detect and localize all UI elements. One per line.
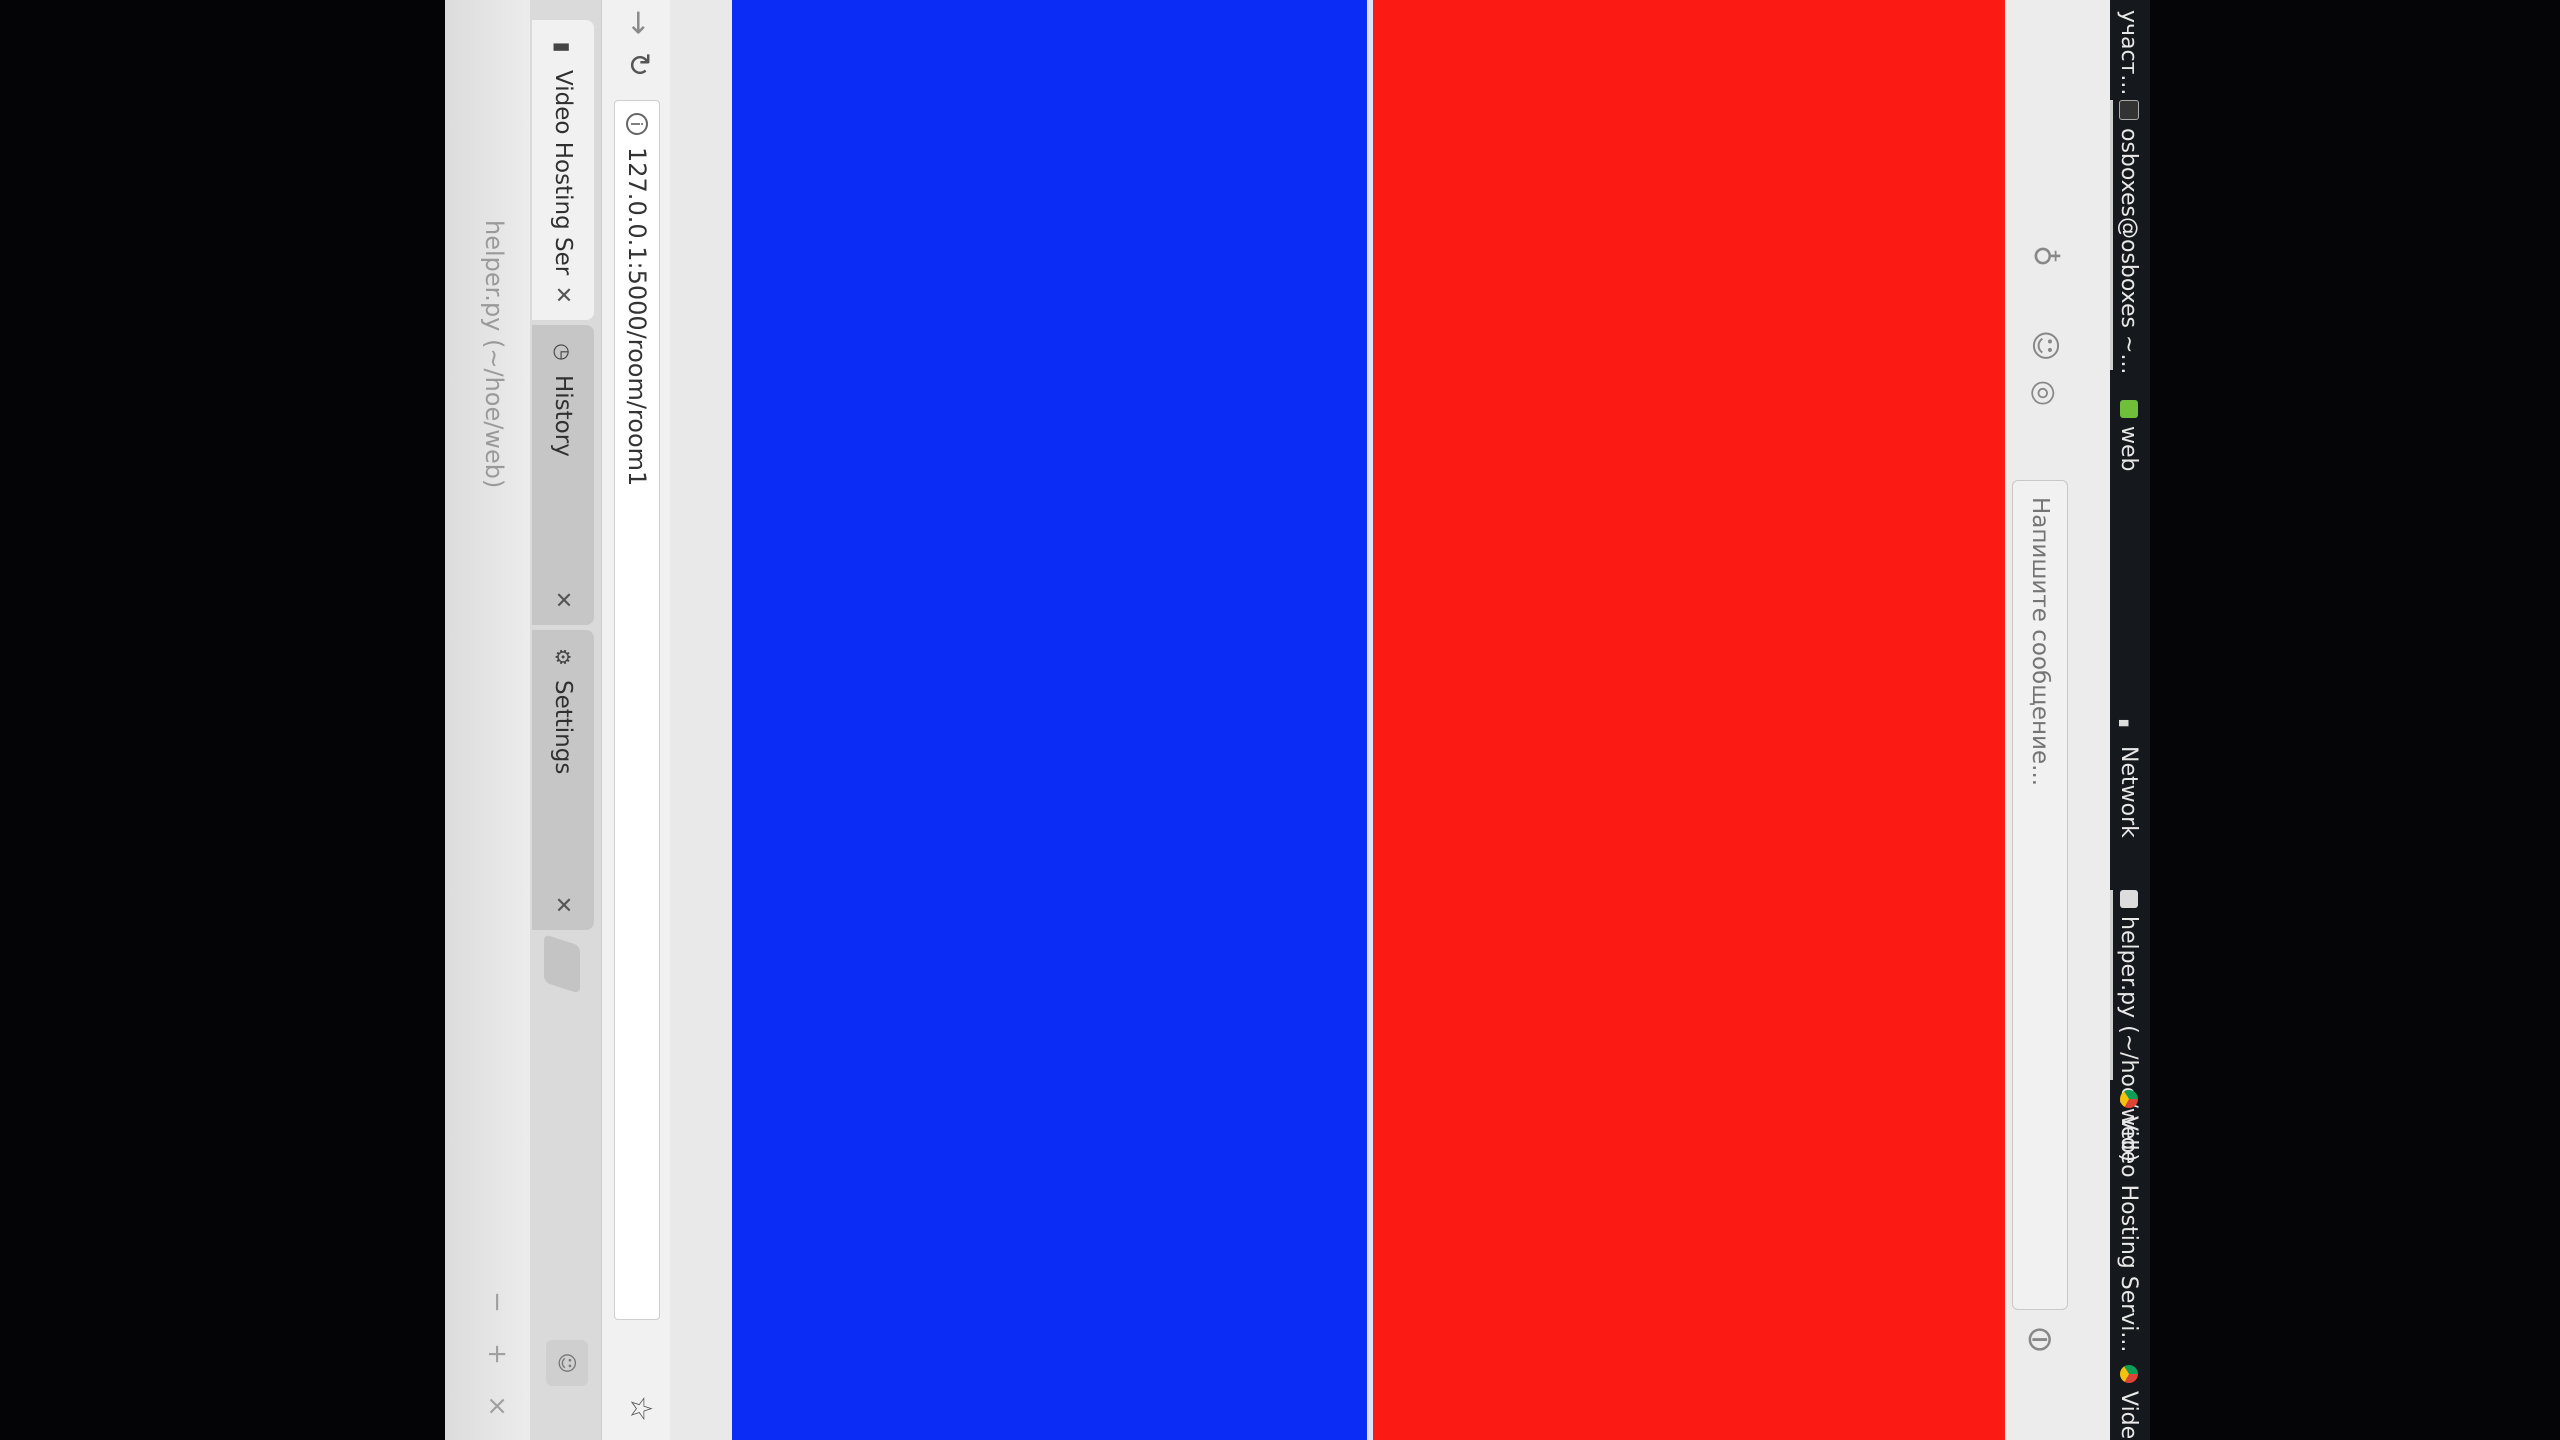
close-icon[interactable]: ✕: [551, 286, 576, 304]
chat-panel: ⊘ ◎ ☺ ♁: [2005, 0, 2110, 1440]
browser-toolbar: → ↻ i 127.0.0.1:5000/room/room1 ☆: [601, 0, 670, 1440]
taskbar-item-terminal[interactable]: osboxes@osboxes ~...: [2114, 100, 2144, 374]
tab-video-hosting[interactable]: ▮ Video Hosting Service ✕: [532, 20, 594, 320]
tab-history[interactable]: ◷ History ✕: [532, 325, 594, 625]
new-tab-button[interactable]: [544, 934, 580, 994]
emoji-icon[interactable]: ☺: [2027, 330, 2062, 361]
paperclip-icon[interactable]: ⊘: [2016, 1315, 2064, 1363]
close-window-button[interactable]: ×: [482, 1392, 512, 1420]
back-arrow-icon[interactable]: →: [621, 10, 656, 35]
taskbar-item-chrome-2[interactable]: Video H: [2114, 1365, 2144, 1440]
window-title: helper.py (~/hoe/web): [480, 220, 508, 489]
close-icon[interactable]: ✕: [551, 591, 576, 609]
close-icon[interactable]: ✕: [551, 896, 576, 914]
active-task-indicator: [2110, 100, 2113, 370]
monitor-screen: helper.py (~/hoe/web) − + × ▮ Video Host…: [445, 0, 2150, 1440]
folder-icon: [2120, 400, 2138, 418]
taskbar-item-chrome[interactable]: Video Hosting Servi...: [2114, 1090, 2144, 1352]
tab-label: History: [550, 375, 576, 457]
camera-icon[interactable]: ◎: [2027, 380, 2062, 406]
tab-settings[interactable]: ⚙ Settings ✕: [532, 630, 594, 930]
tab-label: Video Hosting Service: [550, 70, 576, 276]
terminal-icon: [2119, 100, 2139, 120]
signal-icon: ▖: [2119, 720, 2138, 733]
desk-background-right: [2155, 0, 2560, 1440]
film-icon: ▮: [551, 41, 575, 53]
bookmark-star-icon[interactable]: ☆: [623, 1395, 658, 1422]
reload-icon[interactable]: ↻: [621, 52, 656, 77]
microphone-icon[interactable]: ♁: [2027, 245, 2062, 267]
info-icon[interactable]: i: [626, 113, 648, 135]
history-icon: ◷: [551, 343, 575, 361]
url-text: 127.0.0.1:5000/room/room1: [623, 147, 651, 487]
page-viewport: [670, 0, 2005, 1440]
message-input[interactable]: [2012, 480, 2068, 1310]
taskbar-item-network[interactable]: ▖ Network: [2114, 720, 2144, 838]
gear-icon: ⚙: [551, 648, 575, 666]
window-controls: − + ×: [482, 1288, 512, 1420]
taskbar: участ... osboxes@osboxes ~... web ▖ Netw…: [2110, 0, 2150, 1440]
taskbar-item-web-folder[interactable]: web: [2114, 400, 2144, 472]
address-bar[interactable]: i 127.0.0.1:5000/room/room1: [614, 100, 660, 1320]
taskbar-item-participants[interactable]: участ...: [2114, 10, 2144, 95]
active-task-indicator: [2110, 890, 2113, 1080]
text-editor-icon: [2120, 890, 2138, 908]
remote-video: [1373, 0, 2005, 1440]
maximize-button[interactable]: +: [482, 1340, 512, 1368]
chrome-icon: [2120, 1090, 2138, 1108]
profile-icon[interactable]: ☺: [546, 1340, 588, 1386]
chrome-icon: [2120, 1365, 2138, 1383]
local-video: [732, 0, 1367, 1440]
desk-background-left: [0, 0, 445, 1440]
tab-strip: ▮ Video Hosting Service ✕ ◷ History ✕ ⚙ …: [530, 0, 602, 1440]
minimize-button[interactable]: −: [482, 1288, 512, 1316]
window-titlebar: helper.py (~/hoe/web) − + ×: [445, 0, 530, 1440]
tab-label: Settings: [550, 680, 576, 775]
